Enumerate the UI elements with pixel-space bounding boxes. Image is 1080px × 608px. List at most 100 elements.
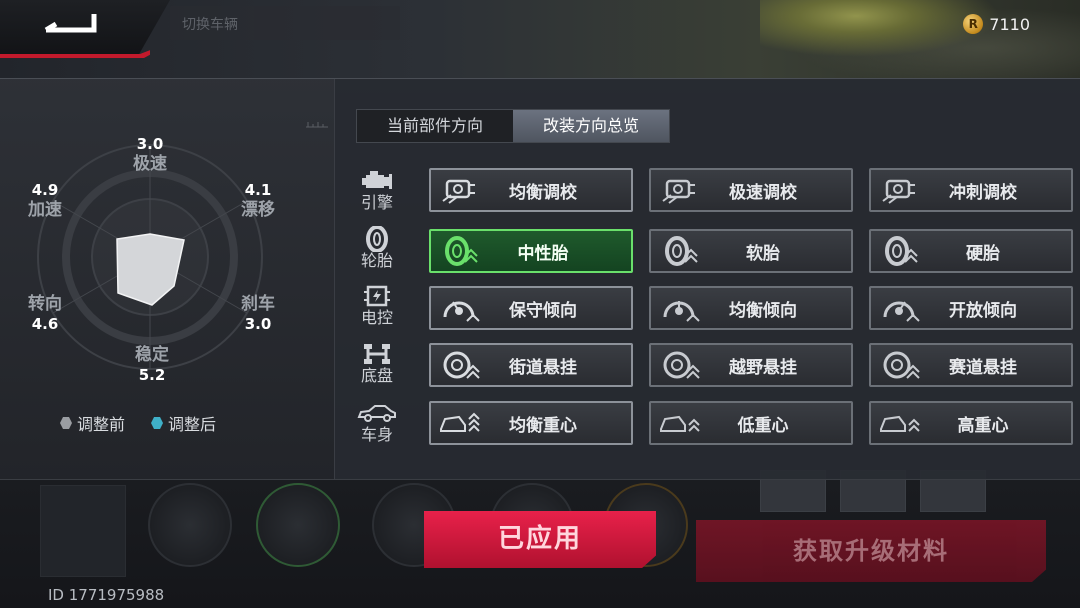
option-label: 硬胎 bbox=[966, 243, 1000, 264]
option-label: 冲刺调校 bbox=[949, 182, 1017, 203]
tire-part-icon bbox=[437, 231, 485, 271]
option-neutral-tire[interactable]: 中性胎 bbox=[429, 229, 633, 273]
option-hard-tire[interactable]: 硬胎 bbox=[869, 229, 1073, 273]
brake-disc-icon bbox=[877, 345, 925, 385]
stat-value: 3.0 bbox=[136, 135, 164, 153]
option-track-suspension[interactable]: 赛道悬挂 bbox=[869, 343, 1073, 387]
category-label: 底盘 bbox=[360, 366, 393, 385]
ruler-marks bbox=[306, 119, 328, 131]
tire-icon bbox=[354, 226, 400, 252]
radar-legend: 调整前 调整后 bbox=[60, 411, 216, 435]
applied-button[interactable]: 已应用 bbox=[424, 511, 656, 568]
engine-icon bbox=[354, 169, 400, 193]
option-street-suspension[interactable]: 街道悬挂 bbox=[429, 343, 633, 387]
stat-stability: 稳定 5.2 bbox=[117, 344, 187, 384]
direction-tabs: 当前部件方向 改装方向总览 bbox=[356, 109, 670, 143]
category-chassis: 底盘 bbox=[354, 342, 400, 386]
option-label: 均衡调校 bbox=[509, 182, 577, 203]
engine-part-icon bbox=[657, 170, 705, 210]
background-header-text: 切换车辆 bbox=[170, 6, 400, 40]
car-body-part-icon bbox=[657, 403, 705, 443]
option-low-center-of-gravity[interactable]: 低重心 bbox=[649, 401, 853, 445]
category-label: 车身 bbox=[360, 425, 393, 444]
brake-disc-icon bbox=[437, 345, 485, 385]
tire-part-icon bbox=[657, 231, 705, 271]
engine-part-icon bbox=[437, 170, 485, 210]
option-label: 软胎 bbox=[746, 243, 780, 264]
option-label: 街道悬挂 bbox=[509, 357, 577, 378]
hexagon-icon bbox=[151, 417, 164, 429]
gauge-part-icon bbox=[437, 288, 485, 328]
engine-part-icon bbox=[877, 170, 925, 210]
stat-value: 4.1 bbox=[244, 181, 272, 199]
background-card bbox=[40, 485, 126, 577]
option-label: 赛道悬挂 bbox=[949, 357, 1017, 378]
stat-value: 4.9 bbox=[31, 181, 59, 199]
stat-label: 转向 bbox=[28, 294, 62, 314]
legend-before: 调整前 bbox=[60, 411, 125, 435]
legend-before-label: 调整前 bbox=[77, 415, 126, 434]
tab-current-part-direction[interactable]: 当前部件方向 bbox=[357, 110, 513, 142]
option-balanced-bias[interactable]: 均衡倾向 bbox=[649, 286, 853, 330]
tire-part-icon bbox=[877, 231, 925, 271]
car-body-part-icon bbox=[877, 403, 925, 443]
r-coin-icon: R bbox=[963, 14, 984, 34]
stat-label: 漂移 bbox=[241, 200, 275, 220]
stat-value: 5.2 bbox=[138, 366, 166, 384]
category-tire: 轮胎 bbox=[354, 226, 400, 271]
car-body-part-icon bbox=[437, 403, 485, 443]
gauge-part-icon bbox=[657, 288, 705, 328]
stat-top-speed: 3.0 极速 bbox=[115, 135, 185, 175]
option-offroad-suspension[interactable]: 越野悬挂 bbox=[649, 343, 853, 387]
option-balanced-center-of-gravity[interactable]: 均衡重心 bbox=[429, 401, 633, 445]
currency-amount: 7110 bbox=[989, 14, 1030, 34]
chip-icon bbox=[354, 284, 400, 308]
stats-pane: 3.0 极速 4.9 加速 4.1 漂移 转向 4.6 刹车 3.0 稳定 5.… bbox=[0, 79, 335, 479]
option-label: 均衡重心 bbox=[509, 415, 577, 436]
stat-braking: 刹车 3.0 bbox=[223, 293, 293, 333]
option-label: 均衡倾向 bbox=[729, 300, 797, 321]
background-part-slot bbox=[256, 483, 340, 567]
currency-display: R 7110 bbox=[963, 14, 1030, 34]
brake-disc-icon bbox=[657, 345, 705, 385]
option-sprint-tuning[interactable]: 冲刺调校 bbox=[869, 168, 1073, 212]
get-upgrade-materials-button[interactable]: 获取升级材料 bbox=[696, 520, 1046, 582]
option-top-speed-tuning[interactable]: 极速调校 bbox=[649, 168, 853, 212]
category-label: 轮胎 bbox=[360, 251, 393, 270]
stat-label: 刹车 bbox=[241, 294, 275, 314]
category-ecu: 电控 bbox=[354, 284, 400, 328]
legend-after: 调整后 bbox=[151, 411, 216, 435]
option-conservative-bias[interactable]: 保守倾向 bbox=[429, 286, 633, 330]
stat-label: 极速 bbox=[133, 154, 167, 174]
gauge-part-icon bbox=[877, 288, 925, 328]
category-body: 车身 bbox=[354, 401, 400, 445]
hexagon-icon bbox=[60, 417, 72, 429]
stat-label: 加速 bbox=[28, 200, 62, 220]
background-header-label: 切换车辆 bbox=[182, 17, 238, 33]
option-high-center-of-gravity[interactable]: 高重心 bbox=[869, 401, 1073, 445]
option-label: 高重心 bbox=[957, 415, 1009, 436]
option-label: 开放倾向 bbox=[949, 300, 1017, 321]
stat-steering: 转向 4.6 bbox=[10, 293, 80, 333]
tab-modification-overview[interactable]: 改装方向总览 bbox=[513, 110, 669, 142]
chassis-icon bbox=[354, 342, 400, 366]
option-balanced-tuning[interactable]: 均衡调校 bbox=[429, 168, 633, 212]
option-soft-tire[interactable]: 软胎 bbox=[649, 229, 853, 273]
back-arrow-icon bbox=[42, 12, 100, 34]
option-label: 极速调校 bbox=[729, 182, 797, 203]
category-label: 引擎 bbox=[360, 193, 393, 212]
category-engine: 引擎 bbox=[354, 169, 400, 213]
option-open-bias[interactable]: 开放倾向 bbox=[869, 286, 1073, 330]
background-part-slot bbox=[148, 483, 232, 567]
option-label: 保守倾向 bbox=[509, 300, 577, 321]
stat-drift: 4.1 漂移 bbox=[223, 181, 293, 221]
stat-value: 3.0 bbox=[244, 315, 272, 333]
player-id: ID 1771975988 bbox=[48, 586, 165, 604]
stat-value: 4.6 bbox=[31, 315, 59, 333]
option-label: 低重心 bbox=[737, 415, 789, 436]
legend-after-label: 调整后 bbox=[168, 415, 217, 434]
car-body-icon bbox=[354, 401, 400, 425]
option-label: 越野悬挂 bbox=[729, 357, 797, 378]
background-car bbox=[760, 0, 1080, 80]
stat-label: 稳定 bbox=[135, 345, 169, 365]
